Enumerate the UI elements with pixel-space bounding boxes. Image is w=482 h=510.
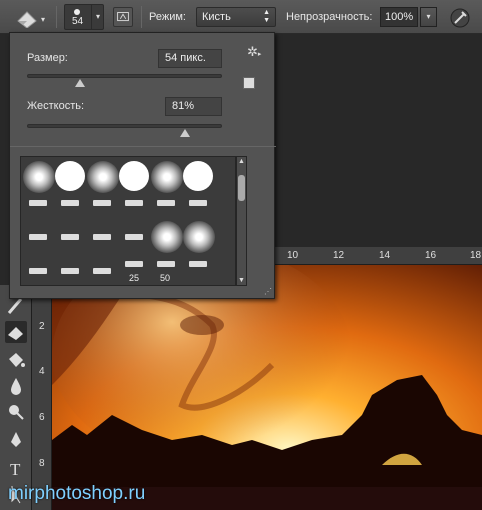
canvas-image[interactable] — [52, 265, 482, 510]
brush-preset-tip[interactable] — [61, 200, 79, 206]
opacity-label: Непрозрачность: — [286, 11, 373, 23]
ruler-tick: 12 — [333, 250, 345, 261]
options-bar: ▾ 54 ▾ Режим: Кисть ▲ ▼ Непрозрачность: 1… — [0, 0, 482, 34]
scroll-thumb[interactable] — [238, 175, 245, 201]
brush-preset-tip[interactable] — [29, 234, 47, 240]
mode-select[interactable]: Кисть ▲ ▼ — [196, 7, 276, 27]
svg-text:T: T — [10, 460, 21, 479]
brush-preset-hard[interactable] — [119, 161, 149, 191]
ruler-left: 2 4 6 8 — [32, 265, 52, 510]
size-slider[interactable] — [27, 74, 222, 78]
brush-size-readout: 54 — [72, 16, 84, 27]
ruler-tick: 18 — [470, 250, 482, 261]
brush-preset-tip[interactable] — [61, 234, 79, 240]
brush-preset-soft[interactable] — [23, 161, 55, 193]
size-input[interactable]: 54 пикс. — [158, 49, 222, 68]
scroll-down-icon[interactable]: ▼ — [238, 277, 245, 284]
separator — [141, 6, 142, 28]
brush-preset-tip[interactable] — [93, 268, 111, 274]
brush-preset-tip[interactable] — [125, 261, 143, 267]
hardness-slider-thumb[interactable] — [179, 129, 190, 137]
watermark-text: mirphotoshop.ru — [8, 483, 146, 504]
ruler-tick: 8 — [39, 458, 45, 469]
brush-preset-tip[interactable] — [93, 200, 111, 206]
blur-tool-icon[interactable] — [5, 375, 27, 397]
brush-preset-soft[interactable] — [183, 221, 215, 253]
brush-preset-tip[interactable] — [29, 200, 47, 206]
ruler-tick: 16 — [425, 250, 437, 261]
brush-preset-popup: Размер: 54 пикс. ✲▸ Жесткость: 81% 25 50 — [9, 32, 276, 299]
brush-presets-grid: 25 50 — [20, 156, 236, 286]
brush-preset-tip[interactable] — [125, 200, 143, 206]
brush-preset-tip[interactable] — [93, 234, 111, 240]
ruler-tick: 4 — [39, 366, 45, 377]
paint-bucket-icon[interactable] — [5, 349, 27, 371]
scroll-up-icon[interactable]: ▲ — [238, 158, 245, 165]
gear-icon[interactable]: ✲▸ — [247, 44, 263, 59]
mode-label: Режим: — [149, 11, 186, 23]
mode-value: Кисть — [202, 11, 231, 23]
eraser-icon[interactable]: ▾ — [14, 8, 48, 28]
size-label: Размер: — [27, 52, 68, 64]
pen-tool-icon[interactable] — [5, 429, 27, 451]
opacity-input[interactable]: 100% — [380, 7, 418, 27]
eraser-tool-icon[interactable] — [5, 321, 27, 343]
svg-text:▾: ▾ — [41, 15, 45, 24]
brush-preset-hard[interactable] — [183, 161, 213, 191]
brush-preset-soft[interactable] — [151, 161, 183, 193]
new-preset-icon[interactable] — [243, 77, 255, 89]
brush-preset-picker[interactable]: 54 ▾ — [64, 4, 104, 30]
opacity-dropdown-button[interactable]: ▾ — [420, 7, 437, 27]
divider — [10, 146, 276, 147]
brush-preset-tip[interactable] — [189, 200, 207, 206]
hardness-label: Жесткость: — [27, 100, 85, 112]
brush-preset-tip[interactable] — [157, 261, 175, 267]
hardness-slider[interactable] — [27, 124, 222, 128]
ruler-tick: 10 — [287, 250, 299, 261]
size-slider-thumb[interactable] — [74, 79, 85, 87]
toolbox: T — [0, 285, 32, 510]
preset-size-number: 25 — [129, 273, 140, 283]
brush-preset-hard[interactable] — [55, 161, 85, 191]
resize-grip-icon[interactable]: ⋰ — [264, 288, 272, 296]
dodge-tool-icon[interactable] — [5, 401, 27, 423]
ruler-tick: 6 — [39, 412, 45, 423]
type-tool-icon[interactable]: T — [5, 457, 27, 479]
ruler-tick: 14 — [379, 250, 391, 261]
brush-preset-tip[interactable] — [29, 268, 47, 274]
brush-preset-tip[interactable] — [61, 268, 79, 274]
brush-preset-tip[interactable] — [157, 200, 175, 206]
separator — [56, 6, 57, 28]
brush-preset-soft[interactable] — [87, 161, 119, 193]
hardness-input[interactable]: 81% — [165, 97, 222, 116]
chevron-down-icon[interactable]: ▾ — [91, 5, 104, 29]
brush-preset-tip[interactable] — [125, 234, 143, 240]
airbrush-icon[interactable] — [449, 7, 471, 29]
updown-arrows-icon: ▲ ▼ — [263, 9, 270, 24]
brush-preset-tip[interactable] — [189, 261, 207, 267]
brush-panel-toggle-icon[interactable] — [113, 7, 133, 27]
presets-scrollbar[interactable]: ▲ ▼ — [236, 156, 247, 286]
preset-size-number: 50 — [160, 273, 171, 283]
ruler-tick: 2 — [39, 321, 45, 332]
brush-preset-soft[interactable] — [151, 221, 183, 253]
brush-dot-icon — [74, 9, 80, 15]
